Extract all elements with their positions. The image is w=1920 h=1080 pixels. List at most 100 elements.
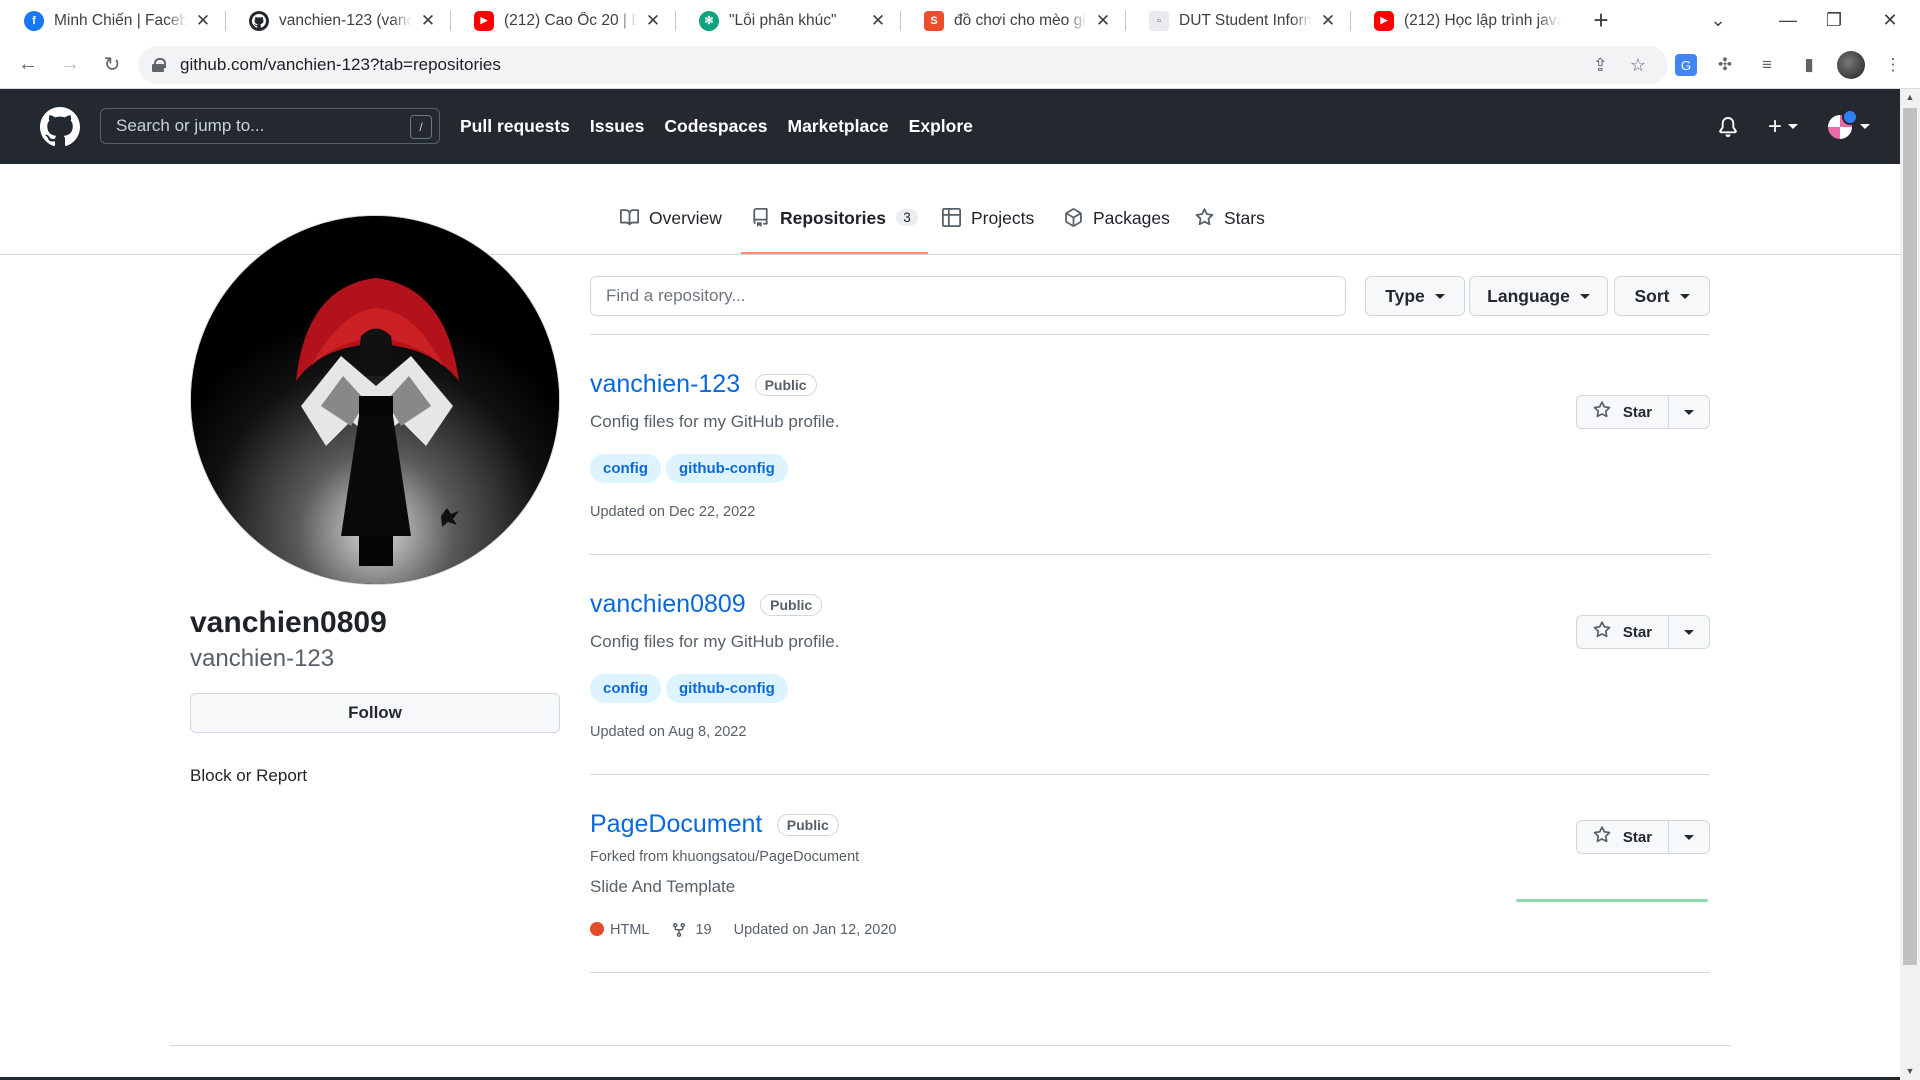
- browser-tab[interactable]: f Minh Chiến | Facebook ✕: [0, 0, 225, 41]
- scroll-down-arrow-icon[interactable]: ▼: [1900, 1063, 1920, 1080]
- tab-title: đồ chơi cho mèo giá tốt: [954, 11, 1087, 29]
- close-icon[interactable]: ✕: [870, 11, 886, 31]
- divider: [590, 972, 1710, 973]
- repo-description: Slide And Template: [590, 877, 736, 896]
- tab-title: (212) Cao Ốc 20 | B Ray: [504, 11, 637, 29]
- close-icon[interactable]: ✕: [645, 11, 661, 31]
- avatar[interactable]: [1828, 108, 1858, 139]
- page-scrollbar[interactable]: ▲ ▼: [1900, 89, 1920, 1080]
- language-filter-button[interactable]: Language: [1469, 276, 1608, 316]
- browser-profile-avatar[interactable]: [1837, 51, 1865, 79]
- forward-icon[interactable]: →: [52, 47, 88, 83]
- repo-updated: Updated on Jan 12, 2020: [733, 922, 897, 938]
- tab-stars[interactable]: Stars: [1185, 208, 1275, 254]
- repo-list-item: PageDocument Public Forked from khuongsa…: [590, 806, 1710, 972]
- close-icon[interactable]: ✕: [1095, 11, 1111, 31]
- package-icon: [1064, 208, 1083, 233]
- search-placeholder: Search or jump to...: [116, 116, 265, 135]
- tab-title: (212) Học lập trình java: [1404, 11, 1561, 29]
- close-window-button[interactable]: ✕: [1862, 0, 1918, 41]
- star-label: Star: [1622, 623, 1653, 641]
- kebab-menu-icon[interactable]: ⋮: [1879, 51, 1907, 79]
- search-shortcut-key: /: [410, 115, 432, 139]
- star-list-dropdown[interactable]: [1669, 396, 1709, 428]
- star-list-dropdown[interactable]: [1669, 821, 1709, 853]
- star-button-group: Star: [1576, 820, 1710, 854]
- nav-codespaces[interactable]: Codespaces: [664, 116, 767, 137]
- repo-forks-link[interactable]: 19: [671, 922, 712, 938]
- scroll-up-arrow-icon[interactable]: ▲: [1900, 89, 1920, 106]
- star-list-dropdown[interactable]: [1669, 616, 1709, 648]
- chatgpt-icon: ✻: [699, 10, 719, 31]
- bell-icon[interactable]: [1718, 116, 1738, 137]
- tab-overview[interactable]: Overview: [610, 208, 732, 254]
- side-panel-icon[interactable]: ▮: [1795, 51, 1823, 79]
- search-input[interactable]: Search or jump to... /: [100, 108, 440, 144]
- browser-tab[interactable]: ✻ "Lỗi phân khúc" ✕: [675, 0, 900, 41]
- type-filter-button[interactable]: Type: [1365, 276, 1465, 316]
- repo-name-link[interactable]: PageDocument: [590, 810, 762, 839]
- forked-from-link[interactable]: Forked from khuongsatou/PageDocument: [590, 849, 859, 865]
- chevron-down-icon: [1684, 409, 1694, 415]
- address-bar[interactable]: github.com/vanchien-123?tab=repositories…: [138, 46, 1668, 84]
- repo-name-link[interactable]: vanchien-123: [590, 370, 740, 399]
- new-tab-button[interactable]: +: [1581, 5, 1621, 36]
- nav-pull-requests[interactable]: Pull requests: [460, 116, 570, 137]
- browser-tab-active[interactable]: vanchien-123 (vanchien0809) ✕: [225, 0, 450, 41]
- visibility-badge: Public: [776, 813, 839, 836]
- footer-divider: [170, 1045, 1730, 1046]
- repo-updated: Updated on Aug 8, 2022: [590, 724, 747, 740]
- extensions-puzzle-icon[interactable]: ✣: [1711, 51, 1739, 79]
- topic-tag[interactable]: github-config: [666, 674, 788, 703]
- back-icon[interactable]: ←: [10, 47, 46, 83]
- tab-title: DUT Student Information: [1179, 11, 1312, 29]
- translate-icon[interactable]: G: [1675, 54, 1697, 76]
- share-icon[interactable]: ⇪: [1593, 55, 1608, 76]
- follow-button[interactable]: Follow: [190, 693, 560, 733]
- topic-tag[interactable]: config: [590, 674, 661, 703]
- repo-name-link[interactable]: vanchien0809: [590, 590, 746, 619]
- star-button[interactable]: Star: [1577, 396, 1669, 428]
- lock-icon[interactable]: [152, 58, 166, 72]
- media-control-icon[interactable]: ≡: [1753, 51, 1781, 79]
- sort-filter-label: Sort: [1634, 285, 1670, 306]
- find-repository-input[interactable]: Find a repository...: [590, 276, 1346, 316]
- restore-button[interactable]: ❐: [1806, 0, 1862, 41]
- divider: [590, 774, 1710, 775]
- star-button[interactable]: Star: [1577, 821, 1669, 853]
- user-menu[interactable]: [1828, 108, 1870, 139]
- star-label: Star: [1622, 828, 1653, 846]
- repo-list-item: vanchien0809 Public Config files for my …: [590, 586, 1710, 774]
- bookmark-star-icon[interactable]: ☆: [1630, 55, 1646, 76]
- tab-search-icon[interactable]: ⌄: [1690, 0, 1746, 41]
- browser-tab[interactable]: S đồ chơi cho mèo giá tốt ✕: [900, 0, 1125, 41]
- nav-explore[interactable]: Explore: [909, 116, 973, 137]
- close-icon[interactable]: ✕: [420, 11, 436, 31]
- tab-repositories[interactable]: Repositories 3: [741, 208, 928, 254]
- browser-tab[interactable]: ▫ DUT Student Information ✕: [1125, 0, 1350, 41]
- browser-tab[interactable]: ▶ (212) Cao Ốc 20 | B Ray ✕: [450, 0, 675, 41]
- tab-projects[interactable]: Projects: [932, 208, 1044, 254]
- scrollbar-thumb[interactable]: [1903, 108, 1917, 965]
- reload-icon[interactable]: ↻: [94, 47, 130, 83]
- visibility-badge: Public: [754, 373, 817, 396]
- profile-avatar[interactable]: [190, 215, 560, 585]
- repo-meta: HTML 19 Updated on Jan 12, 2020: [590, 922, 896, 938]
- github-logo-icon[interactable]: [40, 107, 80, 147]
- star-button[interactable]: Star: [1577, 616, 1669, 648]
- close-icon[interactable]: ✕: [1320, 11, 1336, 31]
- youtube-icon: ▶: [474, 10, 494, 31]
- nav-marketplace[interactable]: Marketplace: [788, 116, 889, 137]
- sort-filter-button[interactable]: Sort: [1614, 276, 1710, 316]
- star-button-group: Star: [1576, 615, 1710, 649]
- close-icon[interactable]: ✕: [195, 11, 211, 31]
- nav-issues[interactable]: Issues: [590, 116, 644, 137]
- tab-packages[interactable]: Packages: [1054, 208, 1180, 254]
- url-text[interactable]: github.com/vanchien-123?tab=repositories: [180, 55, 501, 75]
- topic-tag[interactable]: config: [590, 454, 661, 483]
- browser-tab[interactable]: ▶ (212) Học lập trình java: [1350, 0, 1575, 41]
- topic-tag[interactable]: github-config: [666, 454, 788, 483]
- create-new-plus-icon[interactable]: +: [1768, 113, 1798, 141]
- block-or-report-link[interactable]: Block or Report: [190, 766, 307, 786]
- language-filter-label: Language: [1487, 285, 1570, 306]
